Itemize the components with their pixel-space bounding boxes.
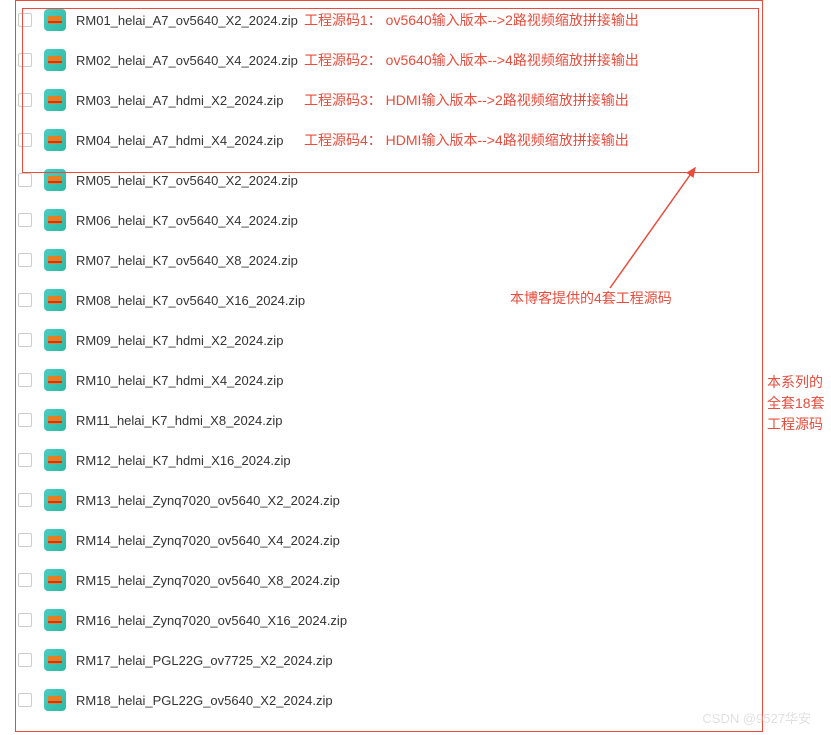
file-name[interactable]: RM11_helai_K7_hdmi_X8_2024.zip bbox=[76, 413, 282, 428]
file-name[interactable]: RM12_helai_K7_hdmi_X16_2024.zip bbox=[76, 453, 291, 468]
file-name[interactable]: RM17_helai_PGL22G_ov7725_X2_2024.zip bbox=[76, 653, 333, 668]
checkbox[interactable] bbox=[18, 213, 32, 227]
zip-file-icon bbox=[44, 289, 66, 311]
watermark: CSDN @9527华安 bbox=[702, 708, 811, 727]
zip-file-icon bbox=[44, 89, 66, 111]
checkbox[interactable] bbox=[18, 413, 32, 427]
file-name[interactable]: RM14_helai_Zynq7020_ov5640_X4_2024.zip bbox=[76, 533, 340, 548]
file-row[interactable]: RM03_helai_A7_hdmi_X2_2024.zip 工程源码3： HDM… bbox=[18, 80, 831, 120]
checkbox[interactable] bbox=[18, 133, 32, 147]
file-row[interactable]: RM16_helai_Zynq7020_ov5640_X16_2024.zip bbox=[18, 600, 831, 640]
file-name[interactable]: RM04_helai_A7_hdmi_X4_2024.zip bbox=[76, 133, 283, 148]
zip-file-icon bbox=[44, 329, 66, 351]
checkbox[interactable] bbox=[18, 333, 32, 347]
file-row[interactable]: RM04_helai_A7_hdmi_X4_2024.zip 工程源码4： HDM… bbox=[18, 120, 831, 160]
file-name[interactable]: RM09_helai_K7_hdmi_X2_2024.zip bbox=[76, 333, 283, 348]
zip-file-icon bbox=[44, 489, 66, 511]
zip-file-icon bbox=[44, 49, 66, 71]
zip-file-icon bbox=[44, 369, 66, 391]
zip-file-icon bbox=[44, 449, 66, 471]
file-row[interactable]: RM02_helai_A7_ov5640_X4_2024.zip 工程源码2： o… bbox=[18, 40, 831, 80]
checkbox[interactable] bbox=[18, 653, 32, 667]
file-name[interactable]: RM15_helai_Zynq7020_ov5640_X8_2024.zip bbox=[76, 573, 340, 588]
zip-file-icon bbox=[44, 9, 66, 31]
row-annotation: 工程源码4： HDMI输入版本-->4路视频缩放拼接输出 bbox=[304, 130, 629, 150]
file-row[interactable]: RM13_helai_Zynq7020_ov5640_X2_2024.zip bbox=[18, 480, 831, 520]
checkbox[interactable] bbox=[18, 373, 32, 387]
file-row[interactable]: RM17_helai_PGL22G_ov7725_X2_2024.zip bbox=[18, 640, 831, 680]
file-row[interactable]: RM12_helai_K7_hdmi_X16_2024.zip bbox=[18, 440, 831, 480]
file-row[interactable]: RM08_helai_K7_ov5640_X16_2024.zip bbox=[18, 280, 831, 320]
checkbox[interactable] bbox=[18, 173, 32, 187]
file-name[interactable]: RM07_helai_K7_ov5640_X8_2024.zip bbox=[76, 253, 298, 268]
zip-file-icon bbox=[44, 169, 66, 191]
zip-file-icon bbox=[44, 569, 66, 591]
file-name[interactable]: RM05_helai_K7_ov5640_X2_2024.zip bbox=[76, 173, 298, 188]
file-name[interactable]: RM16_helai_Zynq7020_ov5640_X16_2024.zip bbox=[76, 613, 347, 628]
file-name[interactable]: RM10_helai_K7_hdmi_X4_2024.zip bbox=[76, 373, 283, 388]
checkbox[interactable] bbox=[18, 613, 32, 627]
zip-file-icon bbox=[44, 209, 66, 231]
file-row[interactable]: RM10_helai_K7_hdmi_X4_2024.zip bbox=[18, 360, 831, 400]
file-name[interactable]: RM13_helai_Zynq7020_ov5640_X2_2024.zip bbox=[76, 493, 340, 508]
zip-file-icon bbox=[44, 649, 66, 671]
file-row[interactable]: RM09_helai_K7_hdmi_X2_2024.zip bbox=[18, 320, 831, 360]
callout-label: 本博客提供的4套工程源码 bbox=[510, 288, 672, 308]
checkbox[interactable] bbox=[18, 453, 32, 467]
file-list: RM01_helai_A7_ov5640_X2_2024.zip 工程源码1： o… bbox=[0, 0, 831, 720]
file-row[interactable]: RM15_helai_Zynq7020_ov5640_X8_2024.zip bbox=[18, 560, 831, 600]
file-name[interactable]: RM06_helai_K7_ov5640_X4_2024.zip bbox=[76, 213, 298, 228]
zip-file-icon bbox=[44, 609, 66, 631]
file-row[interactable]: RM01_helai_A7_ov5640_X2_2024.zip 工程源码1： o… bbox=[18, 0, 831, 40]
file-row[interactable]: RM14_helai_Zynq7020_ov5640_X4_2024.zip bbox=[18, 520, 831, 560]
file-name[interactable]: RM08_helai_K7_ov5640_X16_2024.zip bbox=[76, 293, 305, 308]
row-annotation: 工程源码3： HDMI输入版本-->2路视频缩放拼接输出 bbox=[304, 90, 629, 110]
checkbox[interactable] bbox=[18, 93, 32, 107]
checkbox[interactable] bbox=[18, 53, 32, 67]
checkbox[interactable] bbox=[18, 293, 32, 307]
zip-file-icon bbox=[44, 689, 66, 711]
zip-file-icon bbox=[44, 529, 66, 551]
checkbox[interactable] bbox=[18, 493, 32, 507]
zip-file-icon bbox=[44, 129, 66, 151]
file-name[interactable]: RM01_helai_A7_ov5640_X2_2024.zip bbox=[76, 13, 298, 28]
zip-file-icon bbox=[44, 409, 66, 431]
checkbox[interactable] bbox=[18, 573, 32, 587]
file-row[interactable]: RM05_helai_K7_ov5640_X2_2024.zip bbox=[18, 160, 831, 200]
file-row[interactable]: RM06_helai_K7_ov5640_X4_2024.zip bbox=[18, 200, 831, 240]
checkbox[interactable] bbox=[18, 253, 32, 267]
row-annotation: 工程源码1： ov5640输入版本-->2路视频缩放拼接输出 bbox=[304, 10, 639, 30]
checkbox[interactable] bbox=[18, 533, 32, 547]
file-row[interactable]: RM11_helai_K7_hdmi_X8_2024.zip bbox=[18, 400, 831, 440]
file-name[interactable]: RM18_helai_PGL22G_ov5640_X2_2024.zip bbox=[76, 693, 333, 708]
checkbox[interactable] bbox=[18, 693, 32, 707]
zip-file-icon bbox=[44, 249, 66, 271]
checkbox[interactable] bbox=[18, 13, 32, 27]
file-name[interactable]: RM03_helai_A7_hdmi_X2_2024.zip bbox=[76, 93, 283, 108]
file-row[interactable]: RM07_helai_K7_ov5640_X8_2024.zip bbox=[18, 240, 831, 280]
row-annotation: 工程源码2： ov5640输入版本-->4路视频缩放拼接输出 bbox=[304, 50, 639, 70]
file-name[interactable]: RM02_helai_A7_ov5640_X4_2024.zip bbox=[76, 53, 298, 68]
